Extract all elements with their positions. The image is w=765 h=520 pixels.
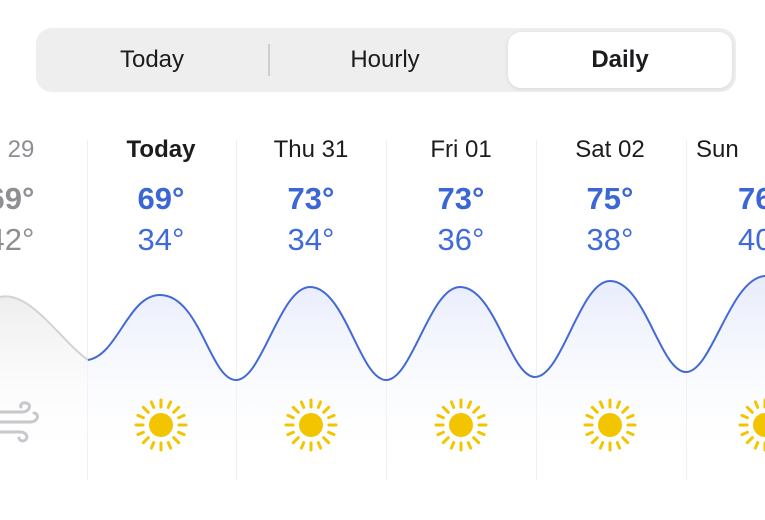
sun-icon [583, 398, 637, 452]
sun-icon [434, 398, 488, 452]
sun-icon [284, 398, 338, 452]
sun-icon [738, 398, 765, 452]
temperature-curve [0, 275, 765, 470]
forecast-curve-fill [88, 276, 765, 470]
wind-icon [0, 401, 39, 443]
sun-icon [134, 398, 188, 452]
